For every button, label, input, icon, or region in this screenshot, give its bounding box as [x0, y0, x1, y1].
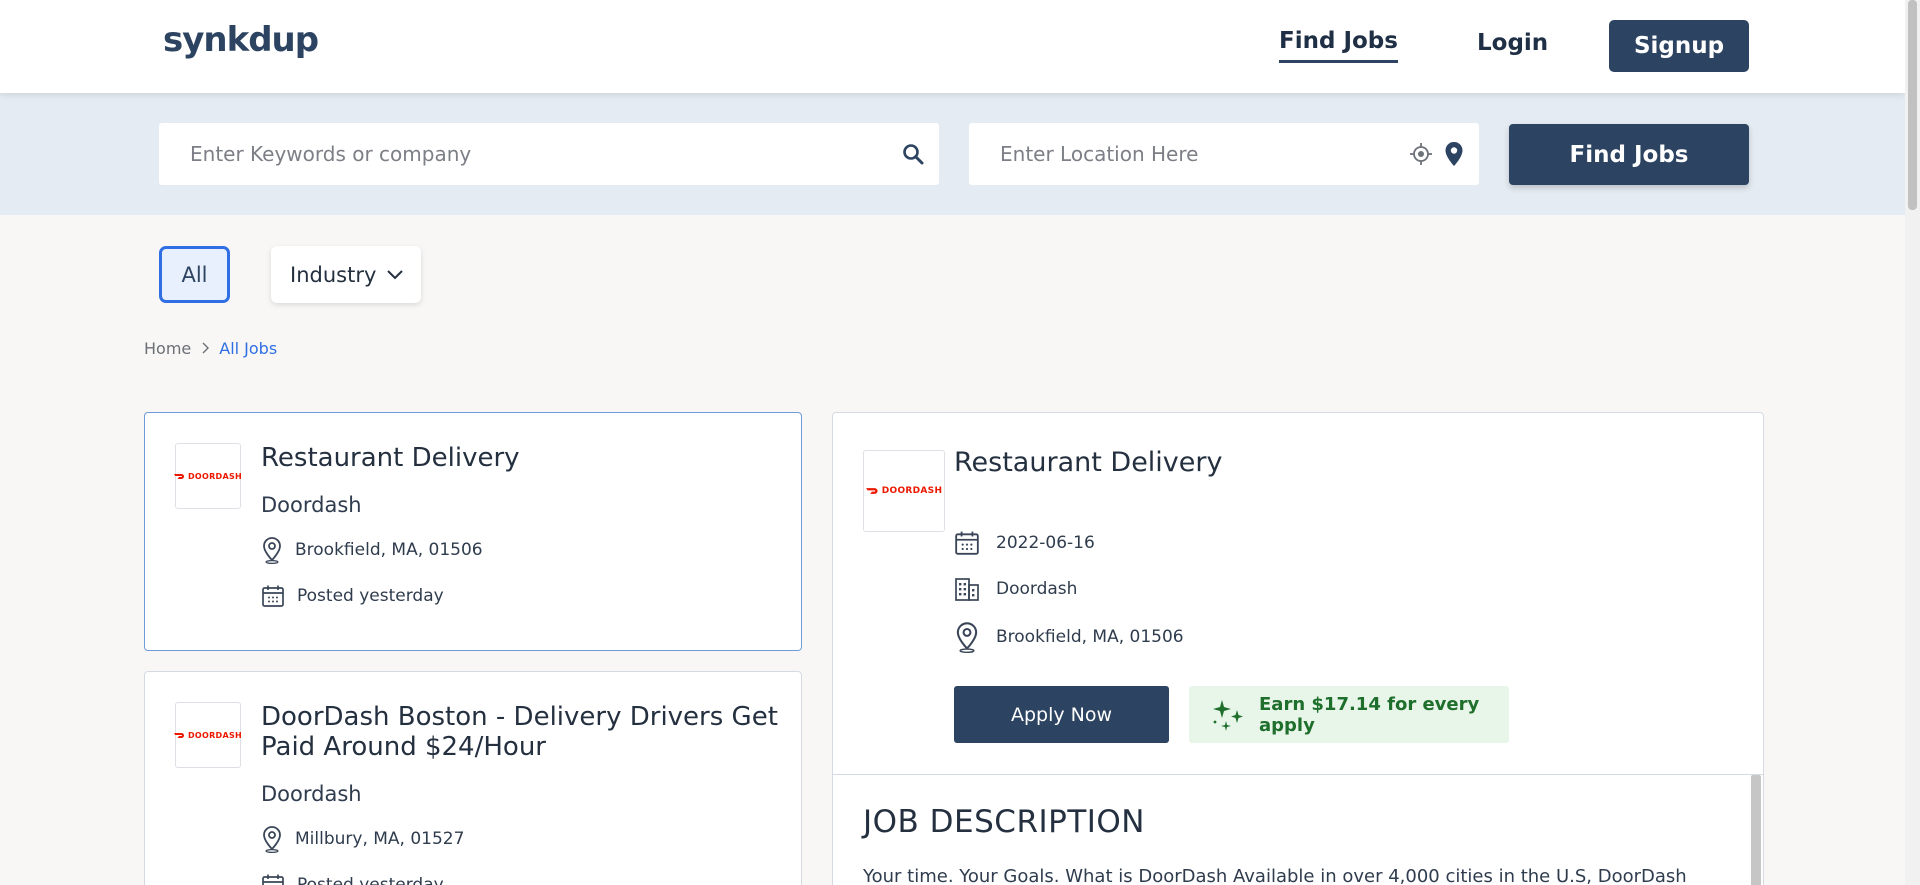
crosshair-icon[interactable] — [1409, 142, 1433, 166]
page-scrollbar[interactable] — [1905, 0, 1920, 885]
job-company: Doordash — [261, 493, 362, 517]
job-posted: Posted yesterday — [261, 584, 444, 608]
logo-text: DOORDASH — [187, 730, 243, 740]
nav-login[interactable]: Login — [1477, 30, 1548, 56]
map-pin-icon[interactable] — [1444, 141, 1464, 167]
doordash-logo: DOORDASH — [173, 471, 243, 481]
page-scrollbar-thumb[interactable] — [1908, 0, 1917, 210]
detail-company: Doordash — [954, 576, 1077, 602]
detail-divider — [833, 774, 1763, 775]
location-pin-icon — [261, 536, 283, 564]
job-location: Millbury, MA, 01527 — [261, 825, 464, 853]
job-company: Doordash — [261, 782, 362, 806]
job-location-text: Brookfield, MA, 01506 — [295, 540, 483, 560]
breadcrumb-current[interactable]: All Jobs — [219, 339, 277, 358]
company-logo: DOORDASH — [173, 443, 243, 509]
calendar-icon — [261, 584, 285, 608]
job-title[interactable]: Restaurant Delivery — [261, 443, 520, 473]
detail-scrollbar[interactable] — [1751, 775, 1761, 885]
detail-date: 2022-06-16 — [954, 530, 1095, 556]
chevron-down-icon — [386, 269, 404, 281]
keywords-placeholder: Enter Keywords or company — [190, 142, 472, 166]
calendar-icon — [954, 530, 980, 556]
job-posted-text: Posted yesterday — [297, 875, 444, 885]
site-header: synkdup Find Jobs Login Signup — [0, 0, 1905, 93]
detail-company-logo: DOORDASH — [863, 450, 945, 532]
keywords-search-input[interactable]: Enter Keywords or company — [159, 123, 939, 185]
building-icon — [954, 576, 980, 602]
detail-date-text: 2022-06-16 — [996, 533, 1095, 553]
filter-industry-dropdown[interactable]: Industry — [271, 246, 421, 303]
logo-text: DOORDASH — [187, 471, 243, 481]
job-detail-panel: DOORDASH Restaurant Delivery 2022-06-16 … — [832, 412, 1764, 885]
filter-all-button[interactable]: All — [159, 246, 230, 303]
location-search-input[interactable]: Enter Location Here — [969, 123, 1479, 185]
search-band: Enter Keywords or company Enter Location… — [0, 93, 1905, 215]
job-posted: Posted yesterday — [261, 873, 444, 885]
detail-job-title: Restaurant Delivery — [954, 447, 1223, 478]
doordash-logo: DOORDASH — [173, 730, 243, 740]
filter-industry-label: Industry — [290, 262, 377, 287]
breadcrumb-home[interactable]: Home — [144, 339, 191, 358]
earn-text: Earn $17.14 for every apply — [1259, 693, 1480, 736]
job-posted-text: Posted yesterday — [297, 586, 444, 606]
job-description-heading: JOB DESCRIPTION — [863, 804, 1145, 840]
job-description-text: Your time. Your Goals. What is DoorDash … — [863, 866, 1687, 885]
job-title[interactable]: DoorDash Boston - Delivery Drivers Get P… — [261, 702, 781, 762]
earn-badge: Earn $17.14 for every apply — [1189, 686, 1509, 743]
job-location-text: Millbury, MA, 01527 — [295, 829, 465, 849]
synkdup-logo[interactable]: synkdup — [163, 20, 319, 60]
signup-button[interactable]: Signup — [1609, 20, 1749, 72]
job-card[interactable]: DOORDASH Restaurant Delivery Doordash Br… — [144, 412, 802, 651]
detail-location: Brookfield, MA, 01506 — [954, 621, 1184, 653]
logo-text: DOORDASH — [881, 486, 943, 496]
doordash-logo: DOORDASH — [865, 486, 943, 496]
nav-find-jobs[interactable]: Find Jobs — [1279, 28, 1398, 63]
breadcrumb: Home All Jobs — [144, 339, 277, 358]
job-card[interactable]: DOORDASH DoorDash Boston - Delivery Driv… — [144, 671, 802, 885]
location-pin-icon — [261, 825, 283, 853]
chevron-right-icon — [201, 340, 210, 358]
calendar-icon — [261, 873, 285, 885]
apply-now-button[interactable]: Apply Now — [954, 686, 1169, 743]
location-placeholder: Enter Location Here — [1000, 142, 1199, 166]
search-icon[interactable] — [901, 142, 925, 166]
location-pin-icon — [954, 621, 980, 653]
find-jobs-search-button[interactable]: Find Jobs — [1509, 124, 1749, 185]
detail-location-text: Brookfield, MA, 01506 — [996, 627, 1184, 647]
detail-company-text: Doordash — [996, 579, 1078, 599]
sparkle-icon — [1209, 696, 1247, 734]
job-location: Brookfield, MA, 01506 — [261, 536, 483, 564]
company-logo: DOORDASH — [173, 702, 243, 768]
